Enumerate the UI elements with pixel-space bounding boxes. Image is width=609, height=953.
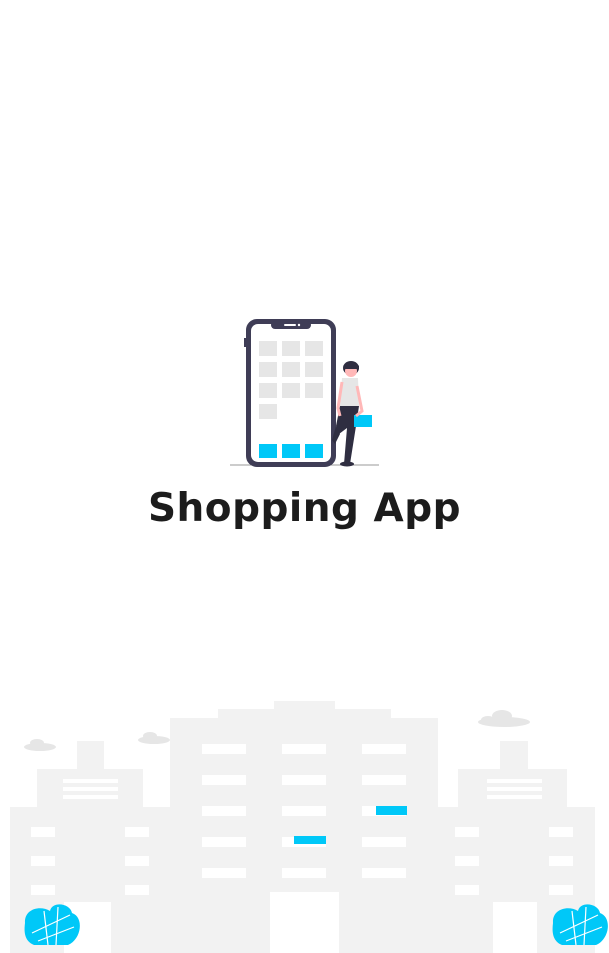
right-bush-icon: [552, 904, 608, 946]
building-window: [63, 787, 118, 791]
phone-app-tile: [305, 383, 323, 398]
phone-app-tile: [282, 383, 300, 398]
building-window: [125, 827, 149, 837]
building-window: [202, 868, 246, 878]
phone-dock-tile: [305, 444, 323, 458]
building-window: [282, 775, 326, 785]
phone-app-tile: [259, 383, 277, 398]
hero-illustration: [230, 319, 379, 467]
building-window: [455, 885, 479, 895]
city-skyline-illustration: [10, 701, 608, 953]
phone-app-tile: [259, 404, 277, 419]
building-window: [282, 806, 326, 816]
phone-app-tile: [305, 341, 323, 356]
phone-app-tile: [282, 362, 300, 377]
building-window: [125, 885, 149, 895]
building-window: [63, 795, 118, 799]
building-window: [455, 856, 479, 866]
building-window: [549, 885, 573, 895]
building-window: [362, 868, 406, 878]
building-window: [282, 744, 326, 754]
building-window: [455, 827, 479, 837]
phone-app-tile: [305, 362, 323, 377]
building-window: [202, 744, 246, 754]
building-window: [31, 885, 55, 895]
phone-dock-tile: [259, 444, 277, 458]
building-window: [282, 868, 326, 878]
building-window: [549, 856, 573, 866]
building-window: [202, 775, 246, 785]
phone-app-tile: [259, 362, 277, 377]
building-window: [487, 779, 542, 783]
building-window: [202, 837, 246, 847]
phone-dock-tile: [282, 444, 300, 458]
building-window: [31, 827, 55, 837]
person-illustration: [332, 361, 372, 467]
phone-app-tile: [259, 341, 277, 356]
building-window: [202, 806, 246, 816]
building-window: [31, 856, 55, 866]
app-title: Shopping App: [147, 486, 462, 531]
building-window: [63, 779, 118, 783]
phone-app-tile: [282, 341, 300, 356]
building-window: [125, 856, 149, 866]
building-window: [487, 787, 542, 791]
building-window: [362, 775, 406, 785]
building-window: [487, 795, 542, 799]
phone-dock: [259, 444, 323, 458]
building-window: [362, 837, 406, 847]
building-window: [362, 744, 406, 754]
building-window: [549, 827, 573, 837]
